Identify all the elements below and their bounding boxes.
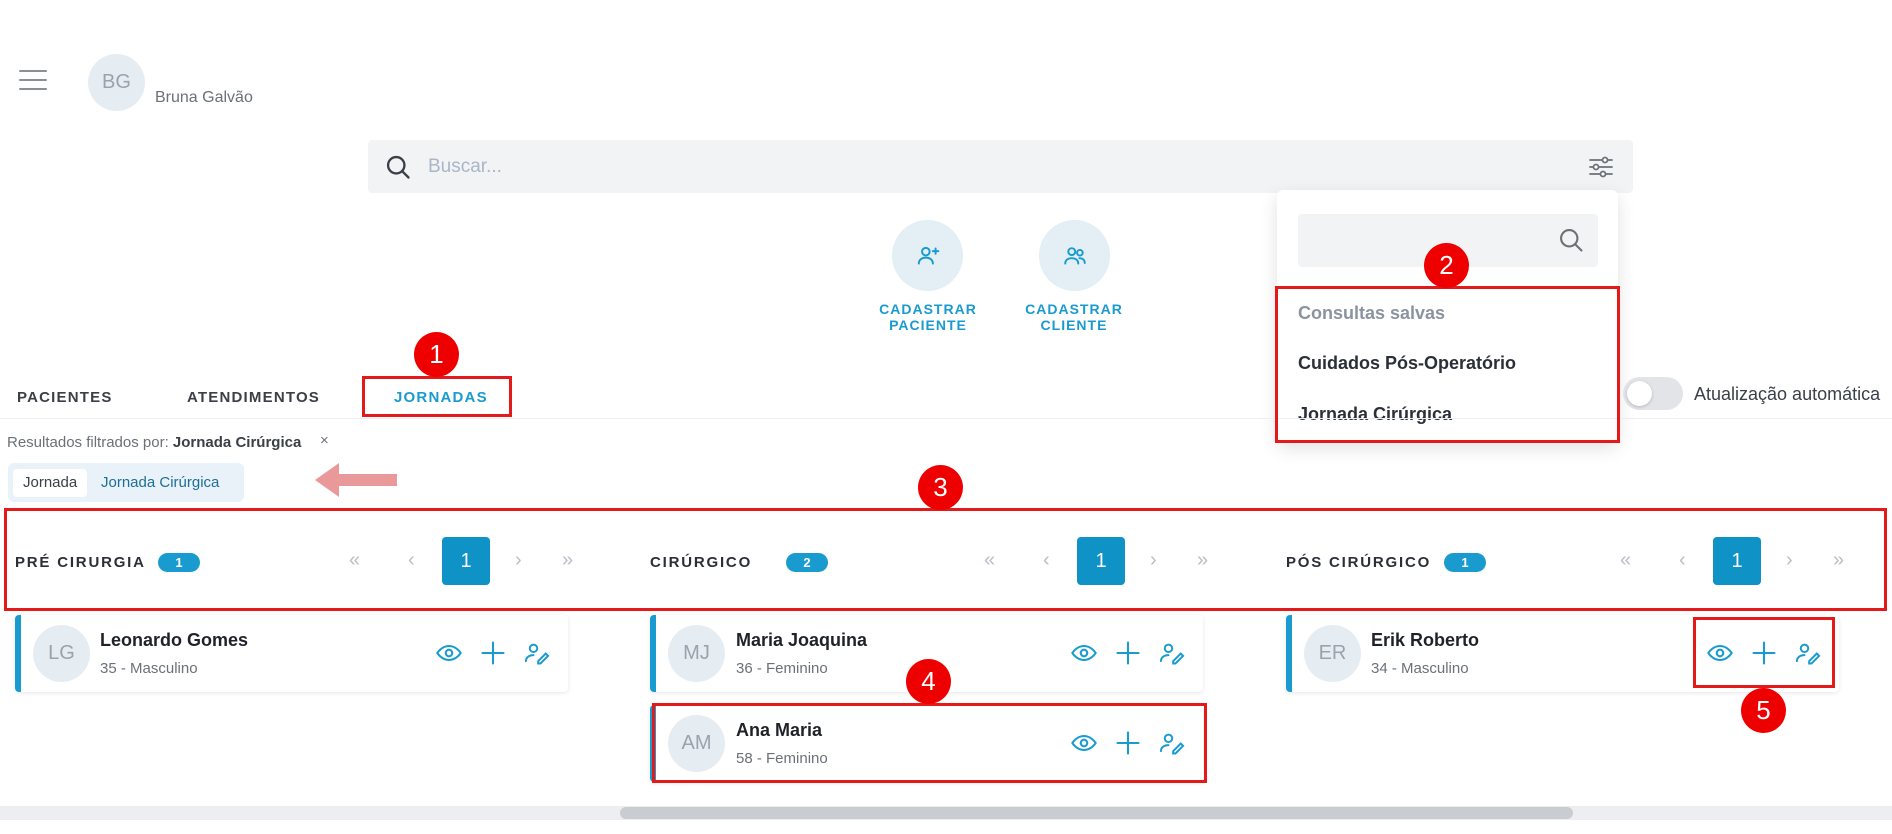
filter-chip-value: Jornada Cirúrgica xyxy=(101,474,220,491)
register-client-label-2: CLIENTE xyxy=(1040,317,1108,333)
dropdown-search-icon xyxy=(1560,229,1583,252)
plus-icon[interactable] xyxy=(1114,639,1142,667)
patient-age-gender: 34 - Masculino xyxy=(1371,660,1469,677)
annotation-box-5 xyxy=(1693,617,1835,688)
user-edit-icon[interactable] xyxy=(1158,639,1186,667)
pointer-arrow-left-icon xyxy=(315,463,397,497)
register-client-button[interactable]: CADASTRAR CLIENTE xyxy=(1019,220,1129,333)
register-patient-label-2: PACIENTE xyxy=(889,317,967,333)
patient-avatar: ER xyxy=(1304,625,1361,682)
tab-pacientes[interactable]: PACIENTES xyxy=(17,389,113,406)
annotation-badge-1: 1 xyxy=(414,332,459,377)
user-edit-icon[interactable] xyxy=(523,639,551,667)
annotation-box-2 xyxy=(1275,286,1620,443)
hamburger-menu-icon[interactable] xyxy=(19,70,47,92)
auto-update-label: Atualização automática xyxy=(1694,384,1881,404)
tab-atendimentos[interactable]: ATENDIMENTOS xyxy=(187,389,320,406)
auto-update-toggle[interactable] xyxy=(1623,377,1683,410)
search-input[interactable] xyxy=(428,150,1128,184)
users-icon xyxy=(1063,246,1086,265)
annotation-box-3 xyxy=(4,508,1887,611)
user-plus-icon xyxy=(917,246,939,265)
patient-name: Leonardo Gomes xyxy=(100,630,249,650)
plus-icon[interactable] xyxy=(479,639,507,667)
eye-icon[interactable] xyxy=(435,639,463,667)
eye-icon[interactable] xyxy=(1070,639,1098,667)
patient-age-gender: 36 - Feminino xyxy=(736,660,828,677)
search-icon xyxy=(386,155,410,179)
annotation-badge-3: 3 xyxy=(918,465,963,510)
patient-age-gender: 35 - Masculino xyxy=(100,660,198,677)
patient-name: Maria Joaquina xyxy=(736,630,868,650)
register-patient-label-1: CADASTRAR xyxy=(879,301,977,317)
annotation-badge-2: 2 xyxy=(1424,243,1469,288)
filter-sliders-icon[interactable] xyxy=(1586,152,1616,182)
annotation-box-4 xyxy=(652,703,1207,783)
patient-avatar: MJ xyxy=(668,625,725,682)
filter-value: Jornada Cirúrgica xyxy=(172,434,302,451)
user-avatar[interactable]: BG xyxy=(88,54,145,111)
annotation-badge-4: 4 xyxy=(906,659,951,704)
register-client-label-1: CADASTRAR xyxy=(1025,301,1123,317)
clear-filter-close-icon[interactable]: × xyxy=(320,432,329,449)
filter-prefix: Resultados filtrados por: xyxy=(7,434,169,451)
horizontal-scrollbar-thumb[interactable] xyxy=(620,807,1573,819)
filter-summary: Resultados filtrados por: Jornada Cirúrg… xyxy=(7,434,301,451)
patient-avatar: LG xyxy=(33,625,90,682)
user-name: Bruna Galvão xyxy=(155,89,253,106)
register-patient-button[interactable]: CADASTRAR PACIENTE xyxy=(873,220,983,333)
annotation-box-1 xyxy=(362,376,512,417)
annotation-badge-5: 5 xyxy=(1741,688,1786,733)
filter-chip-key: Jornada xyxy=(13,469,88,497)
patient-name: Erik Roberto xyxy=(1371,630,1480,650)
